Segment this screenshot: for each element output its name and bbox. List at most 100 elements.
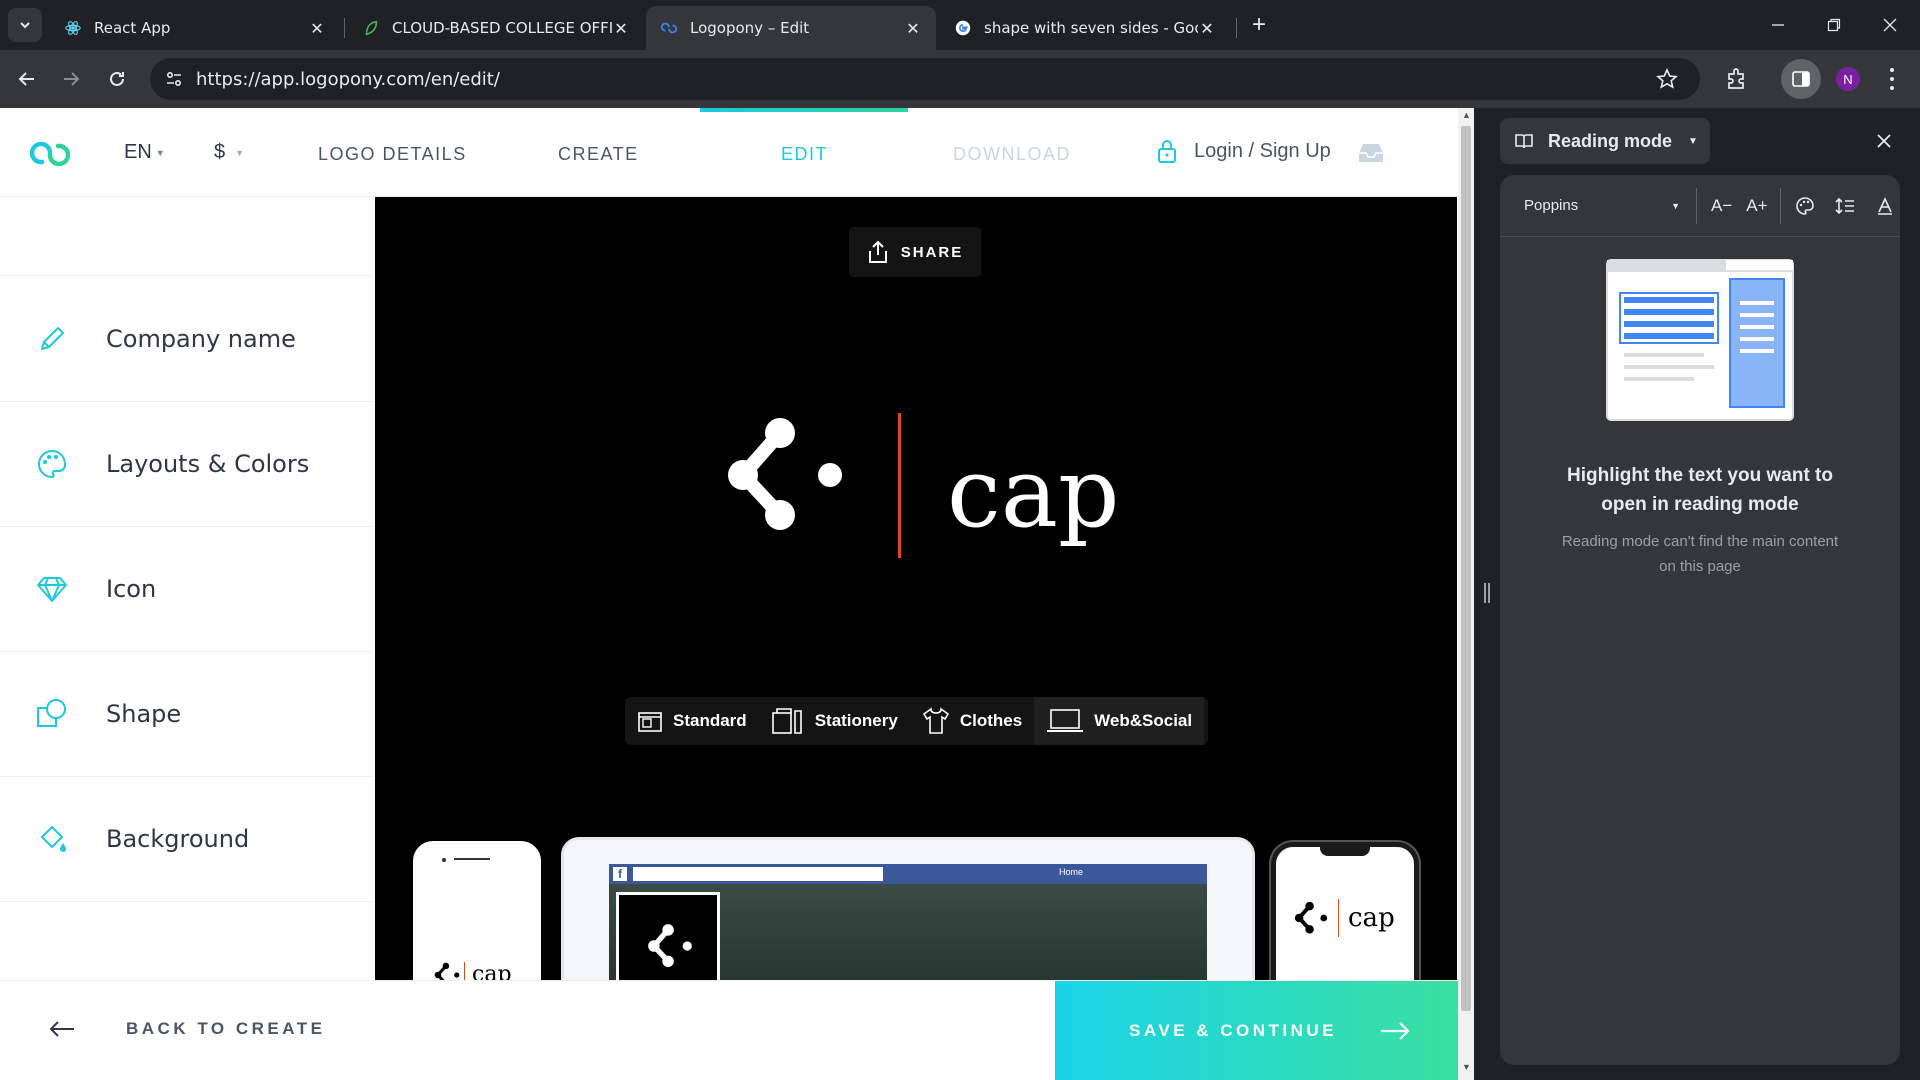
sidebar-item-layouts-colors[interactable]: Layouts & Colors [0,402,375,527]
close-tab-icon[interactable]: ✕ [904,19,922,38]
address-bar[interactable]: https://app.logopony.com/en/edit/ [150,58,1700,100]
reload-button[interactable] [102,64,132,94]
step-download[interactable]: DOWNLOAD [953,144,1071,165]
step-edit[interactable]: EDIT [781,144,828,165]
tab-separator [344,18,345,38]
site-info-icon[interactable] [164,69,184,89]
mode-stationery[interactable]: Stationery [759,697,910,745]
sidebar-item-background[interactable]: Background [0,777,375,902]
back-button[interactable] [12,64,42,94]
tab-google-search[interactable]: shape with seven sides - Google ✕ [940,6,1230,50]
sidebar-item-icon[interactable]: Icon [0,527,375,652]
line-spacing-icon[interactable] [1834,196,1855,216]
editor-sidebar: Company name Layouts & Colors Icon Shape… [0,197,375,997]
scroll-up-icon[interactable]: ▲ [1462,110,1471,120]
sidebar-item-label: Shape [106,700,182,728]
tab-title: CLOUD-BASED COLLEGE OFFICE [392,19,612,37]
sidebar-item-label: Icon [106,575,157,603]
new-tab-button[interactable]: + [1244,10,1274,40]
tab-title: Logopony – Edit [690,19,810,37]
minimize-button[interactable] [1750,0,1806,50]
side-panel-icon [1792,71,1810,87]
back-to-create-button[interactable]: BACK TO CREATE [48,1019,326,1039]
sidebar-item-label: Company name [106,325,296,353]
font-selector[interactable]: Poppins ▼ [1524,197,1684,214]
extensions-icon[interactable] [1724,66,1750,92]
arrow-left-icon [49,1021,74,1037]
reading-mode-toolbar: Poppins ▼ A− A+ [1500,175,1900,237]
mode-label: Web&Social [1094,711,1193,730]
logo-text: cap [947,437,1120,549]
mode-web-social[interactable]: Web&Social [1034,697,1205,745]
bookmark-star-icon[interactable] [1656,68,1678,90]
forward-button[interactable] [56,64,86,94]
close-icon [1883,18,1897,32]
reading-mode-dropdown[interactable]: Reading mode ▼ [1500,118,1710,164]
save-continue-button[interactable]: SAVE & CONTINUE [1055,981,1458,1080]
login-link[interactable]: Login / Sign Up [1156,138,1331,164]
close-tab-icon[interactable]: ✕ [1198,19,1216,38]
active-step-indicator [700,108,908,112]
font-label: Poppins [1524,197,1579,214]
save-label: SAVE & CONTINUE [1129,1021,1338,1040]
diamond-icon [37,577,67,602]
close-tab-icon[interactable]: ✕ [308,19,326,38]
sidebar-item-company-name[interactable]: Company name [0,277,375,402]
facebook-icon: f [613,867,627,881]
web-page: EN ▼ $ ▼ LOGO DETAILS CREATE EDIT DOWNLO… [0,108,1458,1080]
mode-clothes[interactable]: Clothes [910,697,1034,745]
logopony-icon [660,22,678,34]
scrollbar-thumb[interactable] [1461,126,1471,1011]
logo-preview-canvas: SHARE cap Standard Stationery Clothes We… [375,197,1457,1037]
inbox-icon[interactable] [1357,141,1385,165]
tab-title: shape with seven sides - Google [984,19,1198,37]
step-create[interactable]: CREATE [558,144,639,165]
reading-mode-heading: Highlight the text you want to open in r… [1567,465,1833,515]
reload-icon [110,71,124,86]
iphone-divider [1338,899,1339,937]
leaf-icon [365,20,378,36]
scroll-down-icon[interactable]: ▼ [1462,1062,1471,1072]
tab-react-app[interactable]: React App ✕ [50,6,340,50]
side-panel-button[interactable] [1781,59,1821,99]
restore-icon [1827,18,1841,32]
reading-mode-illustration [1606,259,1794,421]
text-style-icon[interactable] [1875,196,1895,216]
url-text[interactable]: https://app.logopony.com/en/edit/ [196,69,500,90]
google-icon [955,20,971,36]
logo-divider [898,413,901,558]
restore-button[interactable] [1806,0,1862,50]
tab-cloud-college[interactable]: CLOUD-BASED COLLEGE OFFICE ✕ [348,6,644,50]
more-menu-icon[interactable] [1886,66,1898,92]
caret-down-icon: ▼ [1688,135,1698,147]
tab-logopony-edit[interactable]: Logopony – Edit ✕ [646,6,936,50]
mode-standard[interactable]: Standard [625,697,759,745]
facebook-home-label: Home [1059,867,1084,877]
sidebar-item-shape[interactable]: Shape [0,652,375,777]
share-label: SHARE [900,243,964,261]
arrow-right-icon [1381,1022,1410,1040]
decrease-font-button[interactable]: A− [1711,196,1732,216]
reading-mode-message: Reading mode can't find the main content… [1561,533,1839,575]
color-palette-icon[interactable] [1795,196,1815,216]
share-button[interactable]: SHARE [849,227,981,277]
sidebar-item-company-name[interactable] [0,151,375,276]
close-window-button[interactable] [1862,0,1918,50]
tshirt-icon [922,707,949,734]
lock-icon [1158,140,1176,163]
close-tab-icon[interactable]: ✕ [612,19,630,38]
bottom-action-bar: BACK TO CREATE SAVE & CONTINUE [0,980,1458,1080]
page-scrollbar[interactable]: ▲ ▼ [1458,108,1474,1080]
profile-avatar[interactable]: N [1836,67,1860,91]
tab-search-button[interactable] [8,8,42,42]
laptop-icon [1047,709,1084,732]
close-icon[interactable] [1876,133,1892,149]
panel-resize-handle[interactable] [1484,583,1490,603]
chevron-down-icon [20,22,30,29]
profile-logo-symbol [648,924,692,968]
iphone-logo-text: cap [1348,903,1395,933]
back-label: BACK TO CREATE [126,1019,326,1038]
shape-icon [37,699,66,727]
reading-mode-panel: Reading mode ▼ Poppins ▼ A− A+ Highlight… [1474,108,1920,1080]
increase-font-button[interactable]: A+ [1746,196,1767,216]
